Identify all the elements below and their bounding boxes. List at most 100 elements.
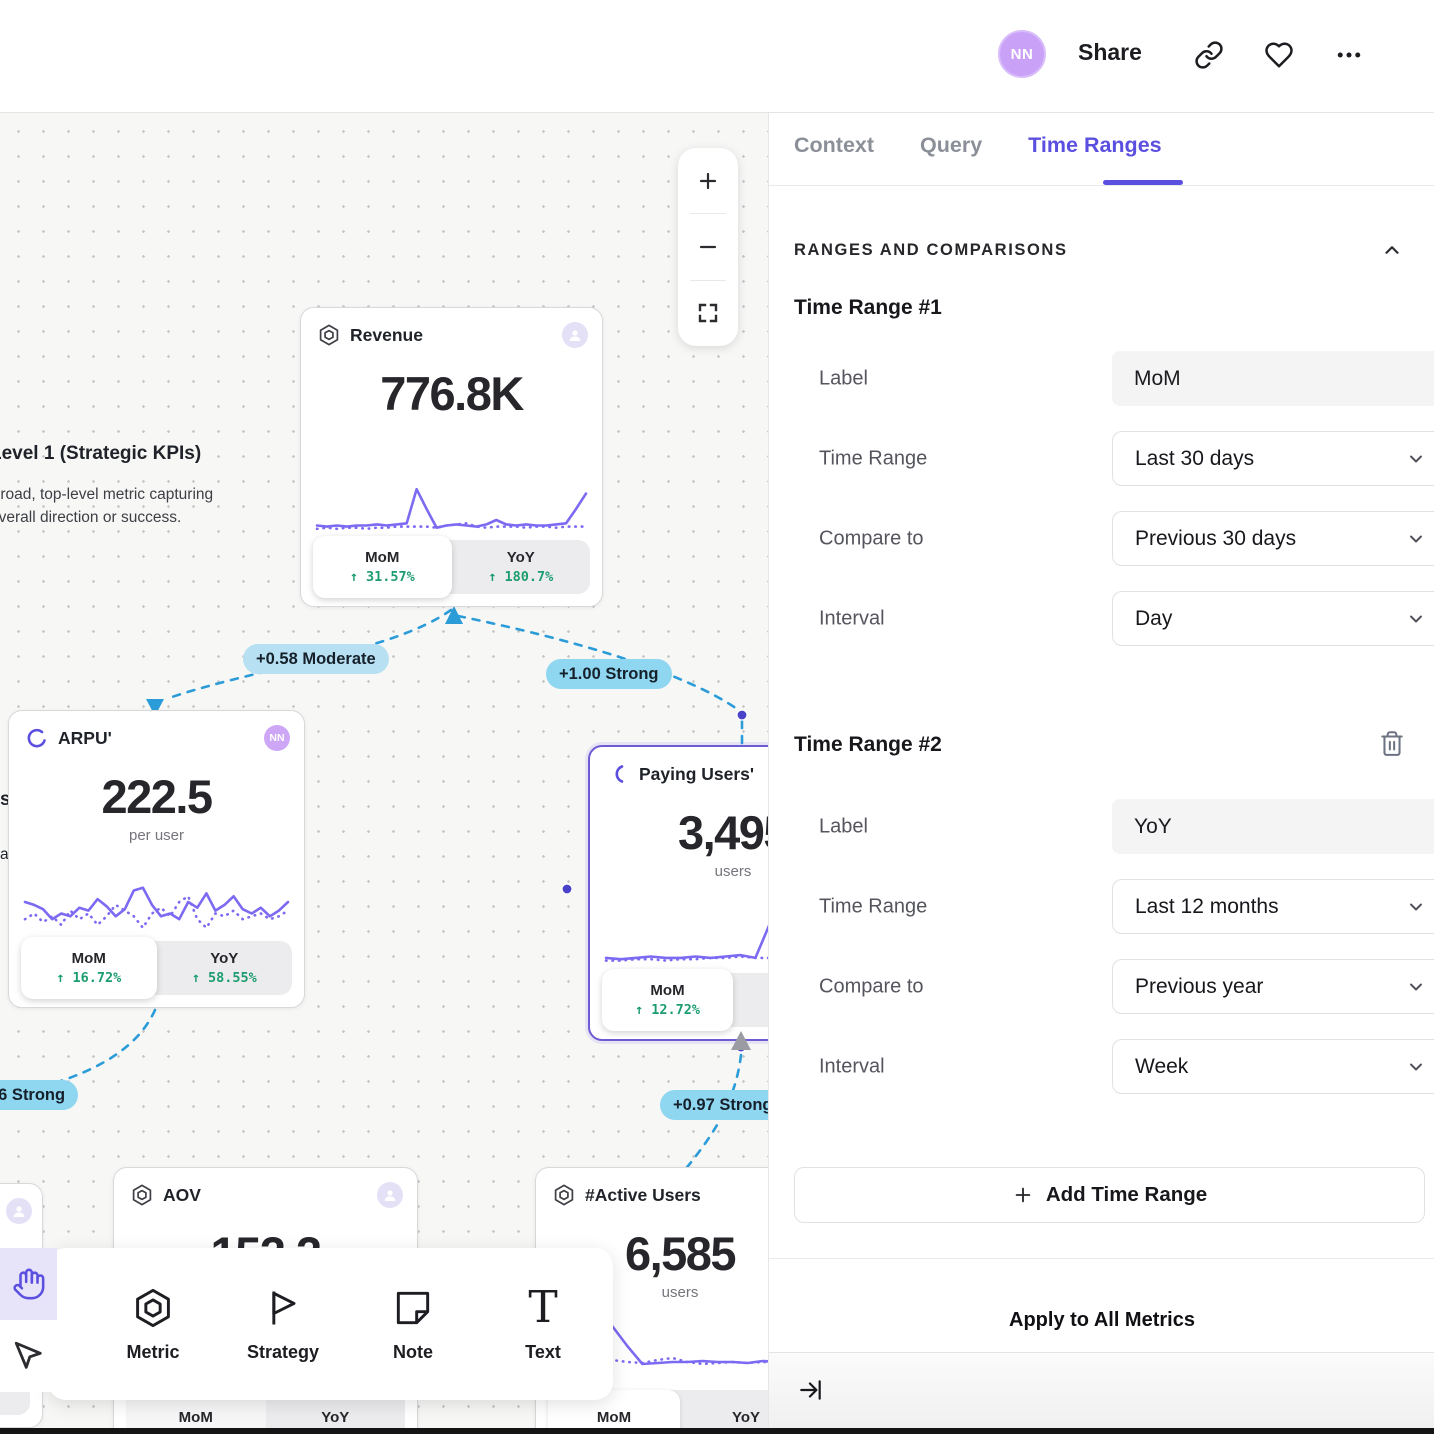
- divider: [769, 1258, 1434, 1259]
- delete-time-range-button[interactable]: [1379, 729, 1405, 757]
- interval-select[interactable]: Day: [1112, 591, 1434, 646]
- assignee-avatar-placeholder[interactable]: [377, 1182, 403, 1208]
- metric-sparkline: [606, 895, 768, 977]
- share-button[interactable]: Share: [1078, 39, 1142, 66]
- flag-icon: [261, 1286, 305, 1330]
- metric-sparkline: [317, 476, 586, 542]
- add-time-range-button[interactable]: Add Time Range: [794, 1167, 1425, 1223]
- canvas-zoom-control: [678, 148, 738, 346]
- segment-mom[interactable]: MoM ↑ 12.72%: [602, 969, 733, 1031]
- tool-note[interactable]: Note: [348, 1286, 478, 1363]
- copy-link-button[interactable]: [1194, 40, 1224, 70]
- zoom-out-button[interactable]: [678, 214, 738, 279]
- divider: [769, 185, 1434, 186]
- time-range-segments: MoM ↑ 31.57% YoY ↑ 180.7%: [313, 540, 590, 594]
- metric-card-title: Paying Users': [639, 764, 754, 785]
- time-range-2-title: Time Range #2: [794, 733, 942, 757]
- time-range-select[interactable]: Last 30 days: [1112, 431, 1434, 486]
- correlation-badge[interactable]: +1.00 Strong: [546, 659, 672, 689]
- chevron-down-icon: [1406, 609, 1426, 629]
- collapse-section-button[interactable]: [1381, 239, 1403, 261]
- canvas-toolbar: Metric Strategy Note T Text: [48, 1248, 613, 1400]
- field-row-interval: Interval Week: [794, 1039, 1425, 1095]
- field-row-compare-to: Compare to Previous 30 days: [794, 511, 1425, 567]
- metric-hexagon-icon: [552, 1183, 576, 1207]
- connector-handle-dot: [562, 884, 572, 894]
- metric-value: 222.5: [9, 769, 304, 824]
- field-row-time-range: Time Range Last 30 days: [794, 431, 1425, 487]
- tab-context[interactable]: Context: [794, 133, 874, 158]
- heart-icon: [1264, 40, 1294, 70]
- settings-panel: Context Query Time Ranges RANGES AND COM…: [768, 113, 1434, 1434]
- tab-time-ranges[interactable]: Time Ranges: [1028, 133, 1161, 158]
- metric-hexagon-icon: [131, 1286, 175, 1330]
- chevron-down-icon: [1406, 529, 1426, 549]
- metric-tree-canvas[interactable]: Level 1 (Strategic KPIs) Broad, top-leve…: [0, 113, 768, 1434]
- correlation-badge[interactable]: +0.58 Moderate: [243, 644, 389, 674]
- correlation-badge[interactable]: 66 Strong: [0, 1080, 78, 1110]
- connector-handle-dot: [737, 710, 747, 720]
- metric-card-title: Revenue: [350, 325, 423, 346]
- metric-card-revenue[interactable]: Revenue 776.8K MoM ↑ 31.57% YoY ↑ 180.7%: [300, 307, 603, 607]
- assignee-avatar-nn[interactable]: NN: [264, 725, 290, 751]
- top-header: NN Share: [0, 0, 1434, 113]
- select-tool-button[interactable]: [0, 1320, 57, 1392]
- segment-yoy[interactable]: YoY ↑ 58.55%: [157, 941, 293, 995]
- trash-icon: [1379, 729, 1405, 757]
- label-input[interactable]: [1112, 351, 1434, 406]
- loading-arc-icon: [606, 762, 630, 786]
- time-range-segments: MoM ↑ 16.72% YoY ↑ 58.55%: [21, 941, 292, 995]
- field-row-compare-to: Compare to Previous year: [794, 959, 1425, 1015]
- more-options-button[interactable]: [1334, 40, 1364, 70]
- correlation-badge[interactable]: +0.97 Strong: [660, 1090, 768, 1120]
- metric-card-title: ARPU': [58, 728, 112, 749]
- app-screen: Level 1 (Strategic KPIs) Broad, top-leve…: [0, 0, 1434, 1434]
- metric-card-paying-users[interactable]: Paying Users' 3,495 users MoM ↑ 12.72%: [588, 745, 768, 1041]
- metric-sparkline: [25, 859, 288, 945]
- zoom-in-button[interactable]: [678, 148, 738, 213]
- assignee-avatar-placeholder[interactable]: [6, 1198, 32, 1224]
- tool-text[interactable]: T Text: [478, 1286, 608, 1363]
- field-row-interval: Interval Day: [794, 591, 1425, 647]
- segment-yoy[interactable]: YoY ↑ 180.7%: [452, 540, 591, 594]
- group-label-title: Level 1 (Strategic KPIs): [0, 443, 246, 465]
- chevron-down-icon: [1406, 449, 1426, 469]
- metric-card-title: #Active Users: [585, 1185, 701, 1206]
- segment-mom[interactable]: MoM ↑ 31.57%: [313, 536, 452, 598]
- user-avatar[interactable]: NN: [998, 30, 1046, 78]
- time-range-select[interactable]: Last 12 months: [1112, 879, 1434, 934]
- chevron-up-icon: [1381, 239, 1403, 261]
- assignee-avatar-placeholder[interactable]: [562, 322, 588, 348]
- metric-card-arpu[interactable]: ARPU' NN 222.5 per user MoM ↑ 16.72% YoY…: [8, 710, 305, 1008]
- label-input[interactable]: [1112, 799, 1434, 854]
- plus-icon: [1012, 1184, 1034, 1206]
- ellipsis-icon: [1334, 40, 1364, 70]
- section-header: RANGES AND COMPARISONS: [794, 241, 1068, 260]
- hand-tool-button[interactable]: [0, 1248, 57, 1320]
- fit-view-button[interactable]: [678, 281, 738, 346]
- chevron-down-icon: [1406, 1057, 1426, 1077]
- link-icon: [1194, 40, 1224, 70]
- time-range-1-title: Time Range #1: [794, 296, 942, 320]
- tool-metric[interactable]: Metric: [88, 1286, 218, 1363]
- metric-value: 776.8K: [301, 366, 602, 421]
- connector-handle-dot: [736, 1042, 746, 1052]
- interval-select[interactable]: Week: [1112, 1039, 1434, 1094]
- favorite-button[interactable]: [1264, 40, 1294, 70]
- segment-hidden[interactable]: [733, 973, 768, 1027]
- time-range-segments: MoM ↑ 12.72%: [602, 973, 768, 1027]
- collapse-panel-button[interactable]: [798, 1377, 824, 1403]
- arrowhead-into-revenue: [445, 606, 463, 624]
- group-label-level1: Level 1 (Strategic KPIs) Broad, top-leve…: [0, 443, 246, 530]
- compare-to-select[interactable]: Previous year: [1112, 959, 1434, 1014]
- apply-to-all-metrics-button[interactable]: Apply to All Metrics: [769, 1309, 1434, 1332]
- tab-query[interactable]: Query: [920, 133, 982, 158]
- field-row-label: Label: [794, 799, 1425, 855]
- text-tool-icon: T: [528, 1286, 557, 1330]
- segment-mom[interactable]: MoM ↑ 16.72%: [21, 937, 157, 999]
- note-icon: [391, 1286, 435, 1330]
- tool-strategy[interactable]: Strategy: [218, 1286, 348, 1363]
- panel-tabs: Context Query Time Ranges: [794, 133, 1162, 158]
- compare-to-select[interactable]: Previous 30 days: [1112, 511, 1434, 566]
- metric-value: 3,495: [590, 805, 768, 860]
